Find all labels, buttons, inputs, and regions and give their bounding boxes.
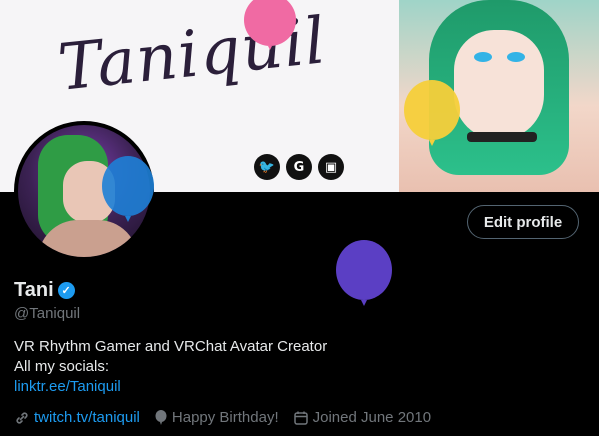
google-icon: G [286,154,312,180]
joined-text: Joined June 2010 [312,409,432,426]
edit-profile-button[interactable]: Edit profile [467,205,579,239]
joined-item: Joined June 2010 [293,409,431,426]
birthday-item: Happy Birthday! [154,409,279,426]
bio-link[interactable]: linktr.ee/Taniquil [14,377,327,397]
display-name: Tani [14,279,54,301]
website-link[interactable]: twitch.tv/taniquil [34,409,140,426]
twitter-icon: 🐦 [254,154,280,180]
yellow-balloon-icon [404,80,460,146]
calendar-icon [293,411,308,425]
website-item: twitch.tv/taniquil [14,409,140,426]
balloon-icon [155,409,167,425]
user-handle: @Taniquil [14,305,81,322]
link-icon [16,411,28,424]
profile-bio: VR Rhythm Gamer and VRChat Avatar Creato… [14,337,327,397]
purple-balloon-icon [336,240,392,306]
twitch-icon: ▣ [318,154,344,180]
profile-name-row: Tani ✓ [14,279,75,302]
verified-badge-icon[interactable]: ✓ [57,282,75,299]
bio-line: All my socials: [14,358,110,375]
profile-meta: twitch.tv/taniquil Happy Birthday! Joine… [14,409,431,426]
birthday-text: Happy Birthday! [171,409,279,426]
blue-balloon-icon [102,156,154,222]
banner-social-icons: 🐦 G ▣ [254,154,344,180]
bio-line: VR Rhythm Gamer and VRChat Avatar Creato… [14,338,328,355]
pink-balloon-icon [244,0,296,50]
